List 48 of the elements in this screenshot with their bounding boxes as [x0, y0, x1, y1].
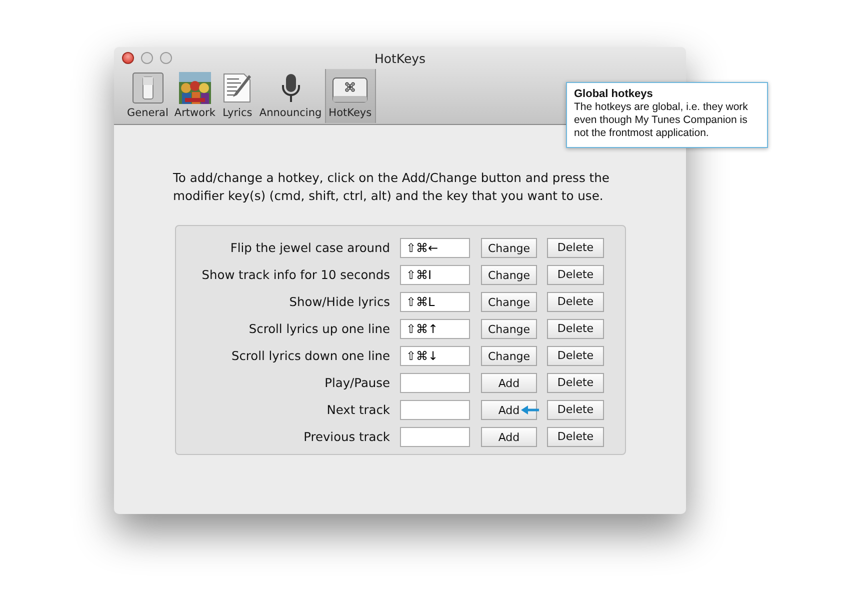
zoom-button[interactable] — [160, 52, 172, 64]
toolbar-tab[interactable]: Artwork — [171, 69, 218, 123]
action-label: Play/Pause — [324, 376, 390, 390]
change-button[interactable]: Change — [481, 238, 537, 258]
action-label: Previous track — [302, 430, 390, 444]
toolbar-tab[interactable]: HotKeys — [324, 69, 376, 123]
close-button[interactable] — [122, 52, 134, 64]
toolbar-tab[interactable]: Lyrics — [218, 69, 256, 123]
delete-button[interactable]: Delete — [547, 426, 604, 446]
change-button[interactable]: Change — [481, 319, 537, 340]
delete-button[interactable]: Delete — [547, 400, 604, 420]
instructions-text: To add/change a hotkey, click on the Add/Change button and press the modifier key(s) (cmd, shift, ctrl, alt) and the key that you want to use. — [173, 170, 610, 205]
action-label: Flip the jewel case around — [229, 240, 390, 254]
action-label: Show track info for 10 seconds — [200, 268, 390, 282]
action-label: Scroll lyrics down one line — [230, 348, 390, 362]
action-label: Show/Hide lyrics — [288, 294, 390, 308]
delete-button[interactable]: Delete — [547, 292, 604, 312]
arrow-icon — [521, 405, 539, 416]
shortcut-field[interactable] — [400, 372, 470, 392]
delete-button[interactable]: Delete — [547, 264, 604, 284]
shortcut-field[interactable]: ⇧⌘↑ — [400, 318, 470, 338]
switch-icon — [132, 72, 164, 104]
add-button[interactable]: Add — [481, 400, 537, 420]
command-key-icon — [332, 76, 368, 104]
change-button[interactable]: Change — [481, 292, 537, 312]
change-button[interactable]: Change — [481, 265, 537, 286]
shortcut-field[interactable] — [400, 426, 470, 446]
tooltip-text: The hotkeys are global, i.e. they work even though My Tunes Companion is not the frontmost application. — [574, 101, 748, 139]
shortcut-field[interactable] — [400, 400, 470, 420]
delete-button[interactable]: Delete — [547, 346, 604, 366]
shortcut-field[interactable]: ⇧⌘← — [400, 238, 470, 258]
change-button[interactable]: Change — [481, 346, 537, 366]
tooltip-title: Global hotkeys — [574, 88, 654, 101]
add-button[interactable]: Add — [481, 427, 537, 448]
delete-button[interactable]: Delete — [547, 238, 604, 258]
action-label: Scroll lyrics up one line — [248, 322, 390, 336]
toolbar-tab[interactable]: General — [124, 69, 172, 123]
delete-button[interactable]: Delete — [547, 372, 604, 392]
window-title: HotKeys — [374, 50, 426, 66]
add-button[interactable]: Add — [481, 373, 537, 394]
action-label: Next track — [326, 402, 390, 416]
minimize-button[interactable] — [141, 52, 153, 64]
shortcut-field[interactable]: ⇧⌘↓ — [400, 346, 470, 366]
shortcut-field[interactable]: ⇧⌘L — [400, 292, 470, 312]
document-pen-icon — [221, 72, 254, 104]
delete-button[interactable]: Delete — [547, 318, 604, 338]
toolbar-tab[interactable]: Announcing — [256, 69, 325, 123]
shortcut-field[interactable]: ⇧⌘I — [400, 264, 470, 284]
